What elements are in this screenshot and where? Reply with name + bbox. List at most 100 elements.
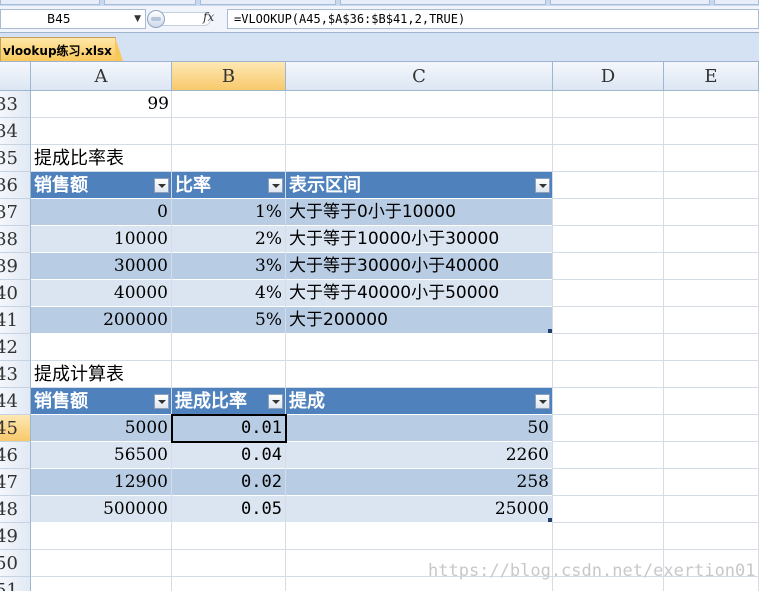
cell-c34[interactable] bbox=[286, 118, 553, 145]
cell-c48[interactable]: 25000 bbox=[286, 496, 553, 523]
row-header-37[interactable]: 37 bbox=[0, 199, 31, 226]
column-header-a[interactable]: A bbox=[31, 62, 172, 91]
filter-dropdown-icon[interactable] bbox=[535, 178, 550, 193]
cell-c35[interactable] bbox=[286, 145, 553, 172]
formula-expand-handle-icon[interactable] bbox=[147, 10, 165, 28]
column-header-d[interactable]: D bbox=[553, 62, 664, 91]
cell-b40[interactable]: 4% bbox=[172, 280, 286, 307]
cell-b33[interactable] bbox=[172, 91, 286, 118]
cell-c33[interactable] bbox=[286, 91, 553, 118]
cell-b42[interactable] bbox=[172, 334, 286, 361]
row-header-49[interactable]: 49 bbox=[0, 523, 31, 550]
cell-a51[interactable] bbox=[31, 577, 172, 591]
cell-c44[interactable]: 提成 bbox=[286, 388, 553, 415]
cell-a40[interactable]: 40000 bbox=[31, 280, 172, 307]
cell-c37[interactable]: 大于等于0小于10000 bbox=[286, 199, 553, 226]
row-number: 38 bbox=[0, 229, 18, 250]
column-gridline bbox=[663, 91, 664, 591]
cell-c49[interactable] bbox=[286, 523, 553, 550]
cell-c41[interactable]: 大于200000 bbox=[286, 307, 553, 334]
row-header-47[interactable]: 47 bbox=[0, 469, 31, 496]
row-number: 39 bbox=[0, 256, 18, 277]
row-header-42[interactable]: 42 bbox=[0, 334, 31, 361]
cell-c39[interactable]: 大于等于30000小于40000 bbox=[286, 253, 553, 280]
filter-dropdown-icon[interactable] bbox=[154, 178, 169, 193]
cell-c40[interactable]: 大于等于40000小于50000 bbox=[286, 280, 553, 307]
cell-b38[interactable]: 2% bbox=[172, 226, 286, 253]
cell-b35[interactable] bbox=[172, 145, 286, 172]
row-number: 45 bbox=[0, 418, 18, 439]
cell-a50[interactable] bbox=[31, 550, 172, 577]
ribbon-group bbox=[104, 0, 196, 5]
row-header-41[interactable]: 41 bbox=[0, 307, 31, 334]
row-header-39[interactable]: 39 bbox=[0, 253, 31, 280]
cell-b48[interactable]: 0.05 bbox=[172, 496, 286, 523]
cell-a49[interactable] bbox=[31, 523, 172, 550]
row-header-36[interactable]: 36 bbox=[0, 172, 31, 199]
row-header-34[interactable]: 34 bbox=[0, 118, 31, 145]
cell-a36[interactable]: 销售额 bbox=[31, 172, 172, 199]
cell-a45[interactable]: 5000 bbox=[31, 415, 172, 442]
select-all-corner[interactable] bbox=[0, 62, 31, 91]
cell-a48[interactable]: 500000 bbox=[31, 496, 172, 523]
cell-a38[interactable]: 10000 bbox=[31, 226, 172, 253]
cell-a39[interactable]: 30000 bbox=[31, 253, 172, 280]
row-number: 37 bbox=[0, 202, 18, 223]
filter-dropdown-icon[interactable] bbox=[268, 178, 283, 193]
row-header-40[interactable]: 40 bbox=[0, 280, 31, 307]
name-box-dropdown-icon[interactable]: ▼ bbox=[134, 10, 141, 28]
name-box[interactable]: B45 ▼ bbox=[0, 9, 146, 29]
row-header-51[interactable]: 51 bbox=[0, 577, 31, 591]
cell-a34[interactable] bbox=[31, 118, 172, 145]
column-header-e[interactable]: E bbox=[664, 62, 759, 91]
cell-a41[interactable]: 200000 bbox=[31, 307, 172, 334]
row-header-46[interactable]: 46 bbox=[0, 442, 31, 469]
row-header-43[interactable]: 43 bbox=[0, 361, 31, 388]
row-header-50[interactable]: 50 bbox=[0, 550, 31, 577]
ribbon-group bbox=[200, 0, 336, 5]
cell-c47[interactable]: 258 bbox=[286, 469, 553, 496]
cell-b43[interactable] bbox=[172, 361, 286, 388]
column-header-c[interactable]: C bbox=[286, 62, 553, 91]
cell-b46[interactable]: 0.04 bbox=[172, 442, 286, 469]
cell-c46[interactable]: 2260 bbox=[286, 442, 553, 469]
cell-a47[interactable]: 12900 bbox=[31, 469, 172, 496]
row-number: 34 bbox=[0, 121, 18, 142]
filter-dropdown-icon[interactable] bbox=[154, 394, 169, 409]
cell-c38[interactable]: 大于等于10000小于30000 bbox=[286, 226, 553, 253]
column-header-b[interactable]: B bbox=[172, 62, 286, 91]
cell-c45[interactable]: 50 bbox=[286, 415, 553, 442]
workbook-tab[interactable]: vlookup练习.xlsx bbox=[0, 37, 123, 61]
row-header-45[interactable]: 45 bbox=[0, 415, 31, 442]
row-header-35[interactable]: 35 bbox=[0, 145, 31, 172]
table-resize-handle-icon[interactable] bbox=[548, 518, 552, 522]
cell-a33[interactable]: 99 bbox=[31, 91, 172, 118]
cell-c36[interactable]: 表示区间 bbox=[286, 172, 553, 199]
cell-b50[interactable] bbox=[172, 550, 286, 577]
cell-c43[interactable] bbox=[286, 361, 553, 388]
cell-b34[interactable] bbox=[172, 118, 286, 145]
filter-dropdown-icon[interactable] bbox=[535, 394, 550, 409]
cell-b47[interactable]: 0.02 bbox=[172, 469, 286, 496]
cell-b39[interactable]: 3% bbox=[172, 253, 286, 280]
formula-input[interactable]: =VLOOKUP(A45,$A$36:$B$41,2,TRUE) bbox=[227, 9, 759, 29]
row-header-44[interactable]: 44 bbox=[0, 388, 31, 415]
cell-a46[interactable]: 56500 bbox=[31, 442, 172, 469]
cell-b51[interactable] bbox=[172, 577, 286, 591]
insert-function-icon[interactable]: fx bbox=[203, 10, 214, 24]
cell-a37[interactable]: 0 bbox=[31, 199, 172, 226]
table-resize-handle-icon[interactable] bbox=[548, 329, 552, 333]
cell-b49[interactable] bbox=[172, 523, 286, 550]
cell-c42[interactable] bbox=[286, 334, 553, 361]
row-header-33[interactable]: 33 bbox=[0, 91, 31, 118]
row-header-48[interactable]: 48 bbox=[0, 496, 31, 523]
row-number: 44 bbox=[0, 391, 18, 412]
cell-b41[interactable]: 5% bbox=[172, 307, 286, 334]
row-header-38[interactable]: 38 bbox=[0, 226, 31, 253]
cell-b37[interactable]: 1% bbox=[172, 199, 286, 226]
row-number: 33 bbox=[0, 94, 18, 115]
row-number: 41 bbox=[0, 310, 18, 331]
filter-dropdown-icon[interactable] bbox=[268, 394, 283, 409]
cell-a44[interactable]: 销售额 bbox=[31, 388, 172, 415]
cell-a42[interactable] bbox=[31, 334, 172, 361]
